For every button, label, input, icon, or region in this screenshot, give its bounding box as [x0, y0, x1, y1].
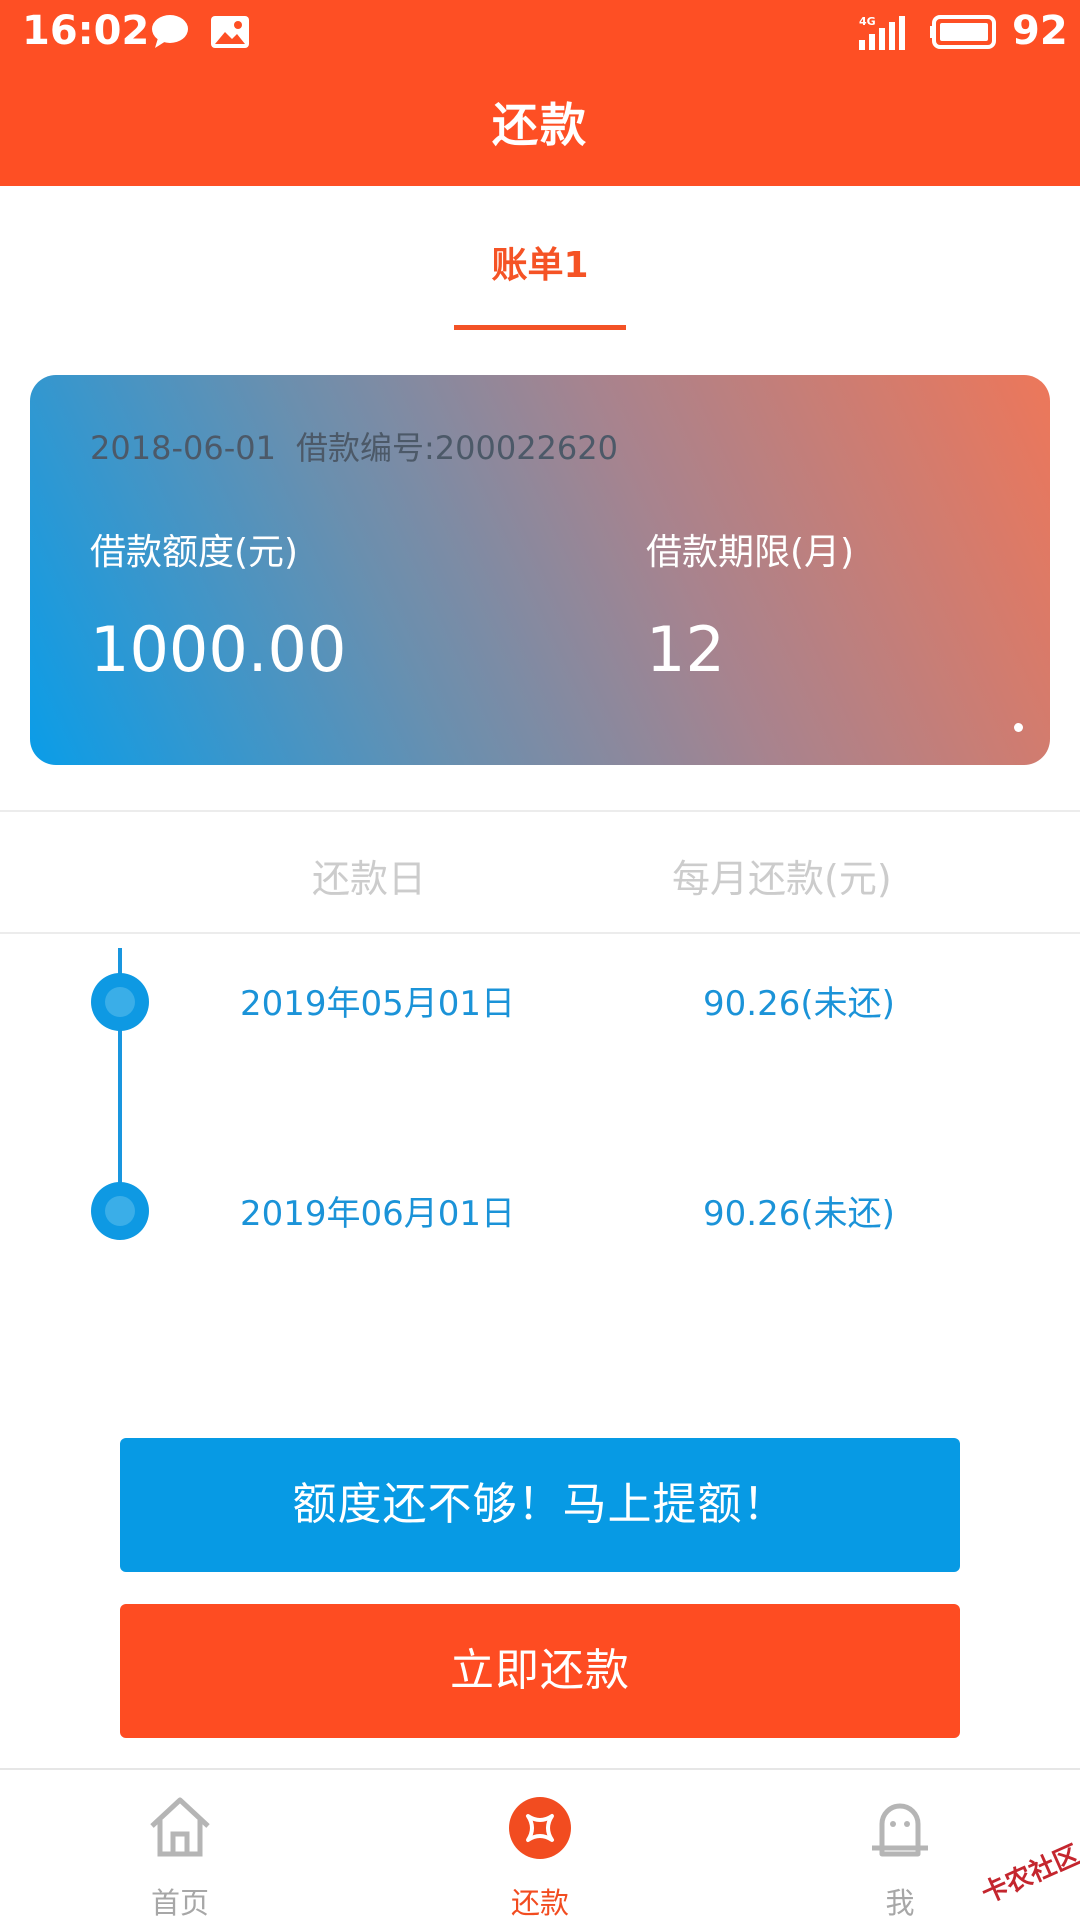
page-title: 还款 — [492, 98, 588, 152]
nav-label-me: 我 — [885, 1886, 915, 1920]
image-notification-icon — [210, 15, 250, 53]
header-monthly-payment: 每月还款(元) — [672, 857, 892, 901]
loan-term-label: 借款期限(月) — [646, 532, 855, 573]
repay-amount: 90.26(未还) — [703, 984, 895, 1024]
title-bar: 还款 — [0, 64, 1080, 186]
home-icon — [148, 1796, 212, 1862]
signal-4g-icon: 4G — [857, 14, 913, 56]
nav-label-home: 首页 — [150, 1886, 209, 1920]
profile-icon — [868, 1796, 932, 1864]
nav-item-home[interactable]: 首页 — [90, 1770, 270, 1922]
message-notification-icon — [150, 14, 190, 54]
network-type: 4G — [859, 15, 876, 28]
repay-now-button[interactable]: 立即还款 — [120, 1604, 960, 1738]
nav-item-me[interactable]: 我 — [810, 1770, 990, 1922]
divider — [0, 810, 1080, 812]
status-bar: 16:02 4G 92 — [0, 0, 1080, 64]
loan-amount-label: 借款额度(元) — [90, 532, 299, 573]
divider — [0, 932, 1080, 934]
status-time: 16:02 — [22, 8, 150, 54]
loan-amount-value: 1000.00 — [90, 613, 347, 686]
nav-label-repay: 还款 — [510, 1886, 569, 1920]
raise-limit-button[interactable]: 额度还不够！马上提额！ — [120, 1438, 960, 1572]
bottom-nav: 首页 还款 我 — [0, 1768, 1080, 1922]
battery-level: 92 — [1012, 8, 1068, 54]
loan-meta: 2018-06-01 借款编号:200022620 — [90, 423, 618, 469]
battery-icon — [930, 14, 1000, 54]
loan-number: 借款编号:200022620 — [295, 429, 618, 467]
timeline-node — [91, 973, 149, 1031]
loan-date: 2018-06-01 — [90, 429, 276, 467]
loan-summary-card: 2018-06-01 借款编号:200022620 借款额度(元) 1000.00… — [30, 375, 1050, 765]
tab-label: 账单1 — [491, 245, 589, 286]
repay-date: 2019年05月01日 — [240, 984, 516, 1024]
header-repay-date: 还款日 — [312, 857, 427, 901]
repay-amount: 90.26(未还) — [703, 1194, 895, 1234]
repay-date: 2019年06月01日 — [240, 1194, 516, 1234]
loan-term-value: 12 — [646, 613, 725, 686]
tab-bill-1[interactable]: 账单1 — [454, 186, 626, 331]
repay-icon — [508, 1796, 572, 1864]
tab-active-indicator — [454, 325, 626, 330]
timeline-node — [91, 1182, 149, 1240]
nav-item-repay[interactable]: 还款 — [450, 1770, 630, 1922]
card-page-dot — [1014, 723, 1023, 732]
